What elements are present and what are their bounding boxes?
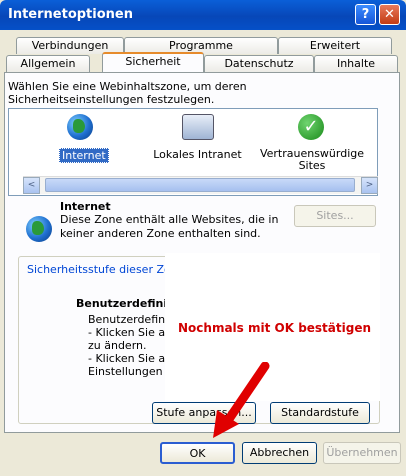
security-level-label: Sicherheitsstufe dieser Zone <box>25 263 187 276</box>
zone-label-intranet: Lokales Intranet <box>153 148 242 161</box>
intranet-monitor-icon <box>182 114 214 140</box>
zone-scrollbar[interactable]: < > <box>23 176 378 194</box>
close-button[interactable]: ✕ <box>379 4 400 25</box>
scroll-right-button[interactable]: > <box>361 177 378 194</box>
globe-icon <box>67 114 93 140</box>
ok-button[interactable]: OK <box>160 442 235 464</box>
apply-button[interactable]: Übernehmen <box>323 442 401 464</box>
tab-inhalte[interactable]: Inhalte <box>314 55 398 72</box>
zone-info-title: Internet <box>60 200 111 213</box>
tab-allgemein[interactable]: Allgemein <box>6 55 90 72</box>
zone-label-internet: Internet <box>59 148 109 163</box>
zone-label-trusted: Vertrauenswürdige Sites <box>259 147 365 172</box>
internet-options-dialog: Internetoptionen ? ✕ Verbindungen Progra… <box>0 0 406 476</box>
window-title: Internetoptionen <box>8 7 133 22</box>
trusted-check-icon: ✓ <box>298 114 324 140</box>
red-arrow-icon <box>213 362 270 438</box>
annotation-text: Nochmals mit OK bestätigen <box>178 321 372 335</box>
scroll-thumb[interactable] <box>45 178 355 192</box>
title-bar: Internetoptionen ? ✕ <box>0 0 406 30</box>
zone-info-description: Diese Zone enthält alle Websites, die in… <box>60 213 279 240</box>
zone-vertrauenswuerdige-sites[interactable]: ✓ Vertrauenswürdige Sites <box>258 114 366 174</box>
sites-button[interactable]: Sites... <box>294 205 376 227</box>
help-button[interactable]: ? <box>355 4 376 25</box>
zone-lokales-intranet[interactable]: Lokales Intranet <box>150 114 245 164</box>
cancel-button[interactable]: Abbrechen <box>242 442 317 464</box>
tab-sicherheit[interactable]: Sicherheit <box>102 52 204 72</box>
scroll-left-button[interactable]: < <box>23 177 40 194</box>
selected-zone-globe-icon <box>26 216 52 242</box>
zone-instruction: Wählen Sie eine Webinhaltszone, um deren… <box>8 80 247 106</box>
default-level-button[interactable]: Standardstufe <box>270 402 370 424</box>
tab-datenschutz[interactable]: Datenschutz <box>204 55 314 72</box>
tab-erweitert[interactable]: Erweitert <box>278 37 392 54</box>
zone-internet[interactable]: Internet <box>55 114 109 164</box>
